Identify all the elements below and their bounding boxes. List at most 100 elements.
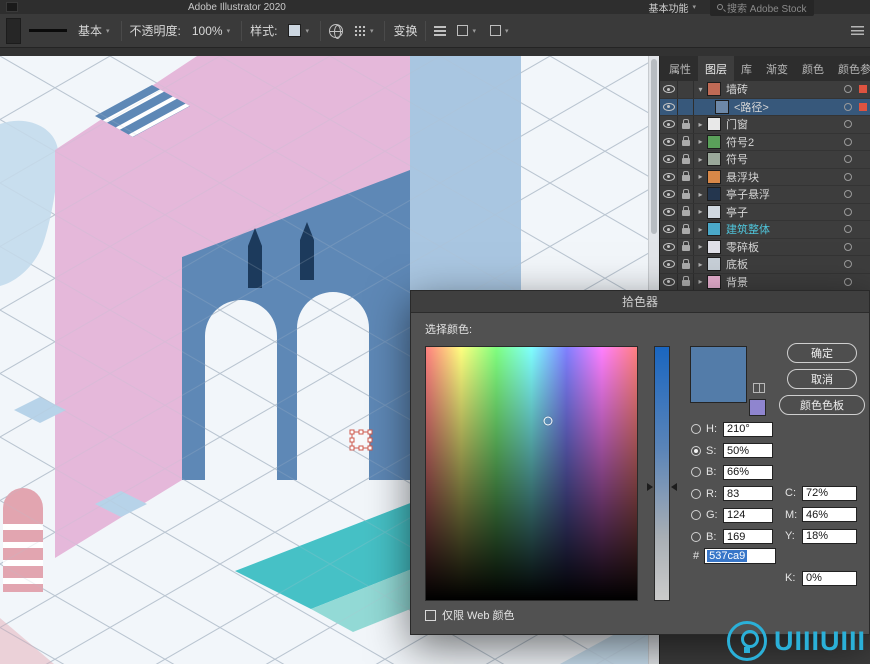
layer-thumbnail[interactable] bbox=[707, 135, 721, 149]
layer-thumbnail[interactable] bbox=[707, 222, 721, 236]
grid-options-dropdown[interactable]: ▾ bbox=[351, 23, 377, 39]
panel-tab[interactable]: 颜色参 bbox=[831, 56, 870, 81]
layer-thumbnail[interactable] bbox=[707, 152, 721, 166]
layer-row[interactable]: ▸ 亭子悬浮 bbox=[660, 186, 870, 204]
field-radio[interactable] bbox=[691, 467, 701, 477]
layer-thumbnail[interactable] bbox=[715, 100, 729, 114]
lock-icon[interactable] bbox=[682, 158, 690, 164]
layer-thumbnail[interactable] bbox=[707, 240, 721, 254]
field-radio[interactable] bbox=[691, 532, 701, 542]
layer-thumbnail[interactable] bbox=[707, 117, 721, 131]
slider-arrow-left[interactable] bbox=[647, 483, 653, 491]
layer-thumbnail[interactable] bbox=[707, 82, 721, 96]
visibility-eye-icon[interactable] bbox=[663, 260, 675, 268]
toolbar-menu-icon[interactable] bbox=[851, 26, 864, 35]
color-field-marker[interactable] bbox=[544, 417, 553, 426]
secondary-swatch[interactable] bbox=[749, 399, 766, 416]
target-circle-icon[interactable] bbox=[844, 85, 852, 93]
color-swatches-button[interactable]: 颜色色板 bbox=[779, 395, 865, 415]
panel-tab[interactable]: 属性 bbox=[662, 56, 698, 81]
globe-icon[interactable] bbox=[329, 24, 343, 38]
field-input[interactable]: 83 bbox=[723, 486, 773, 501]
panel-tab[interactable]: 图层 bbox=[698, 56, 734, 81]
target-circle-icon[interactable] bbox=[844, 155, 852, 163]
field-input[interactable]: 18% bbox=[802, 529, 857, 544]
layer-row[interactable]: <路径> bbox=[660, 99, 870, 117]
visibility-eye-icon[interactable] bbox=[663, 103, 675, 111]
layer-name[interactable]: 悬浮块 bbox=[726, 169, 844, 185]
transform-button[interactable]: 变换 bbox=[393, 22, 417, 39]
effects-options-dropdown[interactable]: ▾ bbox=[487, 23, 512, 38]
target-circle-icon[interactable] bbox=[844, 225, 852, 233]
lock-icon[interactable] bbox=[682, 175, 690, 181]
target-circle-icon[interactable] bbox=[844, 138, 852, 146]
lock-icon[interactable] bbox=[682, 140, 690, 146]
visibility-eye-icon[interactable] bbox=[663, 138, 675, 146]
layer-name[interactable]: 建筑整体 bbox=[726, 221, 844, 237]
panel-tab[interactable]: 颜色 bbox=[795, 56, 831, 81]
layer-row[interactable]: ▸ 悬浮块 bbox=[660, 169, 870, 187]
lock-icon[interactable] bbox=[682, 123, 690, 129]
field-input[interactable]: 0% bbox=[802, 571, 857, 586]
add-to-swatches-icon[interactable] bbox=[753, 383, 765, 393]
layer-thumbnail[interactable] bbox=[707, 187, 721, 201]
layer-row[interactable]: ▸ 底板 bbox=[660, 256, 870, 274]
layer-name[interactable]: 墙砖 bbox=[726, 81, 844, 97]
field-input[interactable]: 66% bbox=[723, 465, 773, 480]
selection-handles[interactable] bbox=[350, 430, 372, 450]
layer-row[interactable]: ▸ 建筑整体 bbox=[660, 221, 870, 239]
layer-row[interactable]: ▾ 墙砖 bbox=[660, 81, 870, 99]
visibility-eye-icon[interactable] bbox=[663, 243, 675, 251]
field-radio[interactable] bbox=[691, 446, 701, 456]
lock-icon[interactable] bbox=[682, 193, 690, 199]
panel-tab[interactable]: 库 bbox=[734, 56, 759, 81]
lock-icon[interactable] bbox=[682, 245, 690, 251]
target-circle-icon[interactable] bbox=[844, 120, 852, 128]
tool-options-box[interactable] bbox=[6, 18, 21, 44]
target-circle-icon[interactable] bbox=[844, 278, 852, 286]
layer-name[interactable]: 亭子 bbox=[726, 204, 844, 220]
layer-row[interactable]: ▸ 亭子 bbox=[660, 204, 870, 222]
layer-name[interactable]: 符号2 bbox=[726, 134, 844, 150]
expand-chevron-icon[interactable]: ▸ bbox=[694, 190, 707, 199]
expand-chevron-icon[interactable]: ▸ bbox=[694, 260, 707, 269]
visibility-eye-icon[interactable] bbox=[663, 208, 675, 216]
layer-thumbnail[interactable] bbox=[707, 170, 721, 184]
expand-chevron-icon[interactable]: ▸ bbox=[694, 207, 707, 216]
selection-indicator[interactable] bbox=[859, 85, 867, 93]
lock-icon[interactable] bbox=[682, 263, 690, 269]
field-input[interactable]: 46% bbox=[802, 507, 857, 522]
field-input[interactable]: 124 bbox=[723, 508, 773, 523]
web-colors-checkbox[interactable] bbox=[425, 610, 436, 621]
expand-chevron-icon[interactable]: ▸ bbox=[694, 120, 707, 129]
field-input[interactable]: 72% bbox=[802, 486, 857, 501]
opacity-dropdown[interactable]: 100% ▾ bbox=[189, 22, 233, 40]
layer-row[interactable]: ▸ 符号2 bbox=[660, 134, 870, 152]
target-circle-icon[interactable] bbox=[844, 190, 852, 198]
dialog-title[interactable]: 拾色器 bbox=[411, 291, 869, 313]
layer-name[interactable]: 门窗 bbox=[726, 116, 844, 132]
expand-chevron-icon[interactable]: ▸ bbox=[694, 225, 707, 234]
layer-thumbnail[interactable] bbox=[707, 257, 721, 271]
field-radio[interactable] bbox=[691, 489, 701, 499]
expand-chevron-icon[interactable]: ▸ bbox=[694, 242, 707, 251]
target-circle-icon[interactable] bbox=[844, 173, 852, 181]
brush-definition-dropdown[interactable]: 基本 ▾ bbox=[75, 20, 113, 41]
style-dropdown[interactable]: ▾ bbox=[285, 22, 312, 39]
ok-button[interactable]: 确定 bbox=[787, 343, 857, 363]
target-circle-icon[interactable] bbox=[844, 243, 852, 251]
field-input[interactable]: 50% bbox=[723, 443, 773, 458]
layer-row[interactable]: ▸ 门窗 bbox=[660, 116, 870, 134]
target-circle-icon[interactable] bbox=[844, 208, 852, 216]
field-radio[interactable] bbox=[691, 510, 701, 520]
expand-chevron-icon[interactable]: ▾ bbox=[694, 85, 707, 94]
visibility-eye-icon[interactable] bbox=[663, 120, 675, 128]
selection-indicator[interactable] bbox=[859, 103, 867, 111]
layer-row[interactable]: ▸ 符号 bbox=[660, 151, 870, 169]
shape-options-dropdown[interactable]: ▾ bbox=[454, 23, 479, 38]
field-radio[interactable] bbox=[691, 424, 701, 434]
app-icon[interactable] bbox=[6, 2, 18, 12]
expand-chevron-icon[interactable]: ▸ bbox=[694, 172, 707, 181]
target-circle-icon[interactable] bbox=[844, 260, 852, 268]
hex-input[interactable]: 537ca9 bbox=[704, 548, 776, 564]
